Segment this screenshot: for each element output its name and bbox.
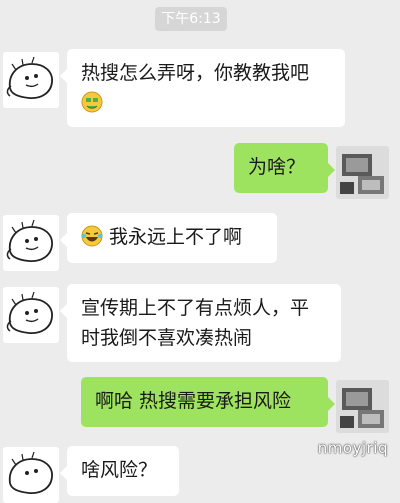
sketch-face-icon — [6, 56, 53, 99]
message-bubble-outgoing[interactable]: 啊哈 热搜需要承担风险 — [81, 377, 335, 427]
contact-avatar[interactable] — [3, 287, 59, 343]
sketch-face-icon — [8, 451, 53, 494]
crying-laughing-emoji — [81, 225, 103, 256]
user-avatar[interactable] — [336, 146, 389, 199]
message-bubble-incoming[interactable]: 宣传期上不了有点烦人，平 时我倒不喜欢凑热闹 — [60, 284, 341, 362]
message-bubble-incoming[interactable]: 啥风险？ — [60, 446, 179, 496]
user-avatar[interactable] — [336, 380, 389, 433]
watermark-text: nmoyjriq — [317, 439, 388, 457]
message-text: 啊哈 热搜需要承担风险 — [95, 390, 292, 412]
sketch-face-icon — [6, 219, 53, 262]
message-text-line: 宣传期上不了有点烦人，平 — [81, 297, 310, 319]
sketch-face-icon — [6, 291, 53, 334]
message-text: 为啥？ — [248, 156, 306, 178]
timestamp-badge: 下午6:13 — [155, 7, 227, 31]
contact-avatar[interactable] — [3, 215, 59, 271]
message-text: 啥风险？ — [81, 459, 158, 481]
user-photo-icon — [336, 146, 389, 199]
contact-avatar[interactable] — [3, 52, 59, 108]
contact-avatar[interactable] — [3, 447, 59, 503]
message-bubble-outgoing[interactable]: 为啥？ — [234, 143, 335, 193]
moneybag-face-emoji — [81, 91, 103, 122]
message-text: 我永远上不了啊 — [109, 226, 243, 248]
user-photo-icon — [336, 380, 389, 433]
message-text-line: 时我倒不喜欢凑热闹 — [81, 327, 253, 349]
message-bubble-incoming[interactable]: 热搜怎么弄呀，你教教我吧 — [60, 49, 345, 127]
message-bubble-incoming[interactable]: 我永远上不了啊 — [60, 213, 277, 263]
message-text: 热搜怎么弄呀，你教教我吧 — [81, 62, 310, 84]
